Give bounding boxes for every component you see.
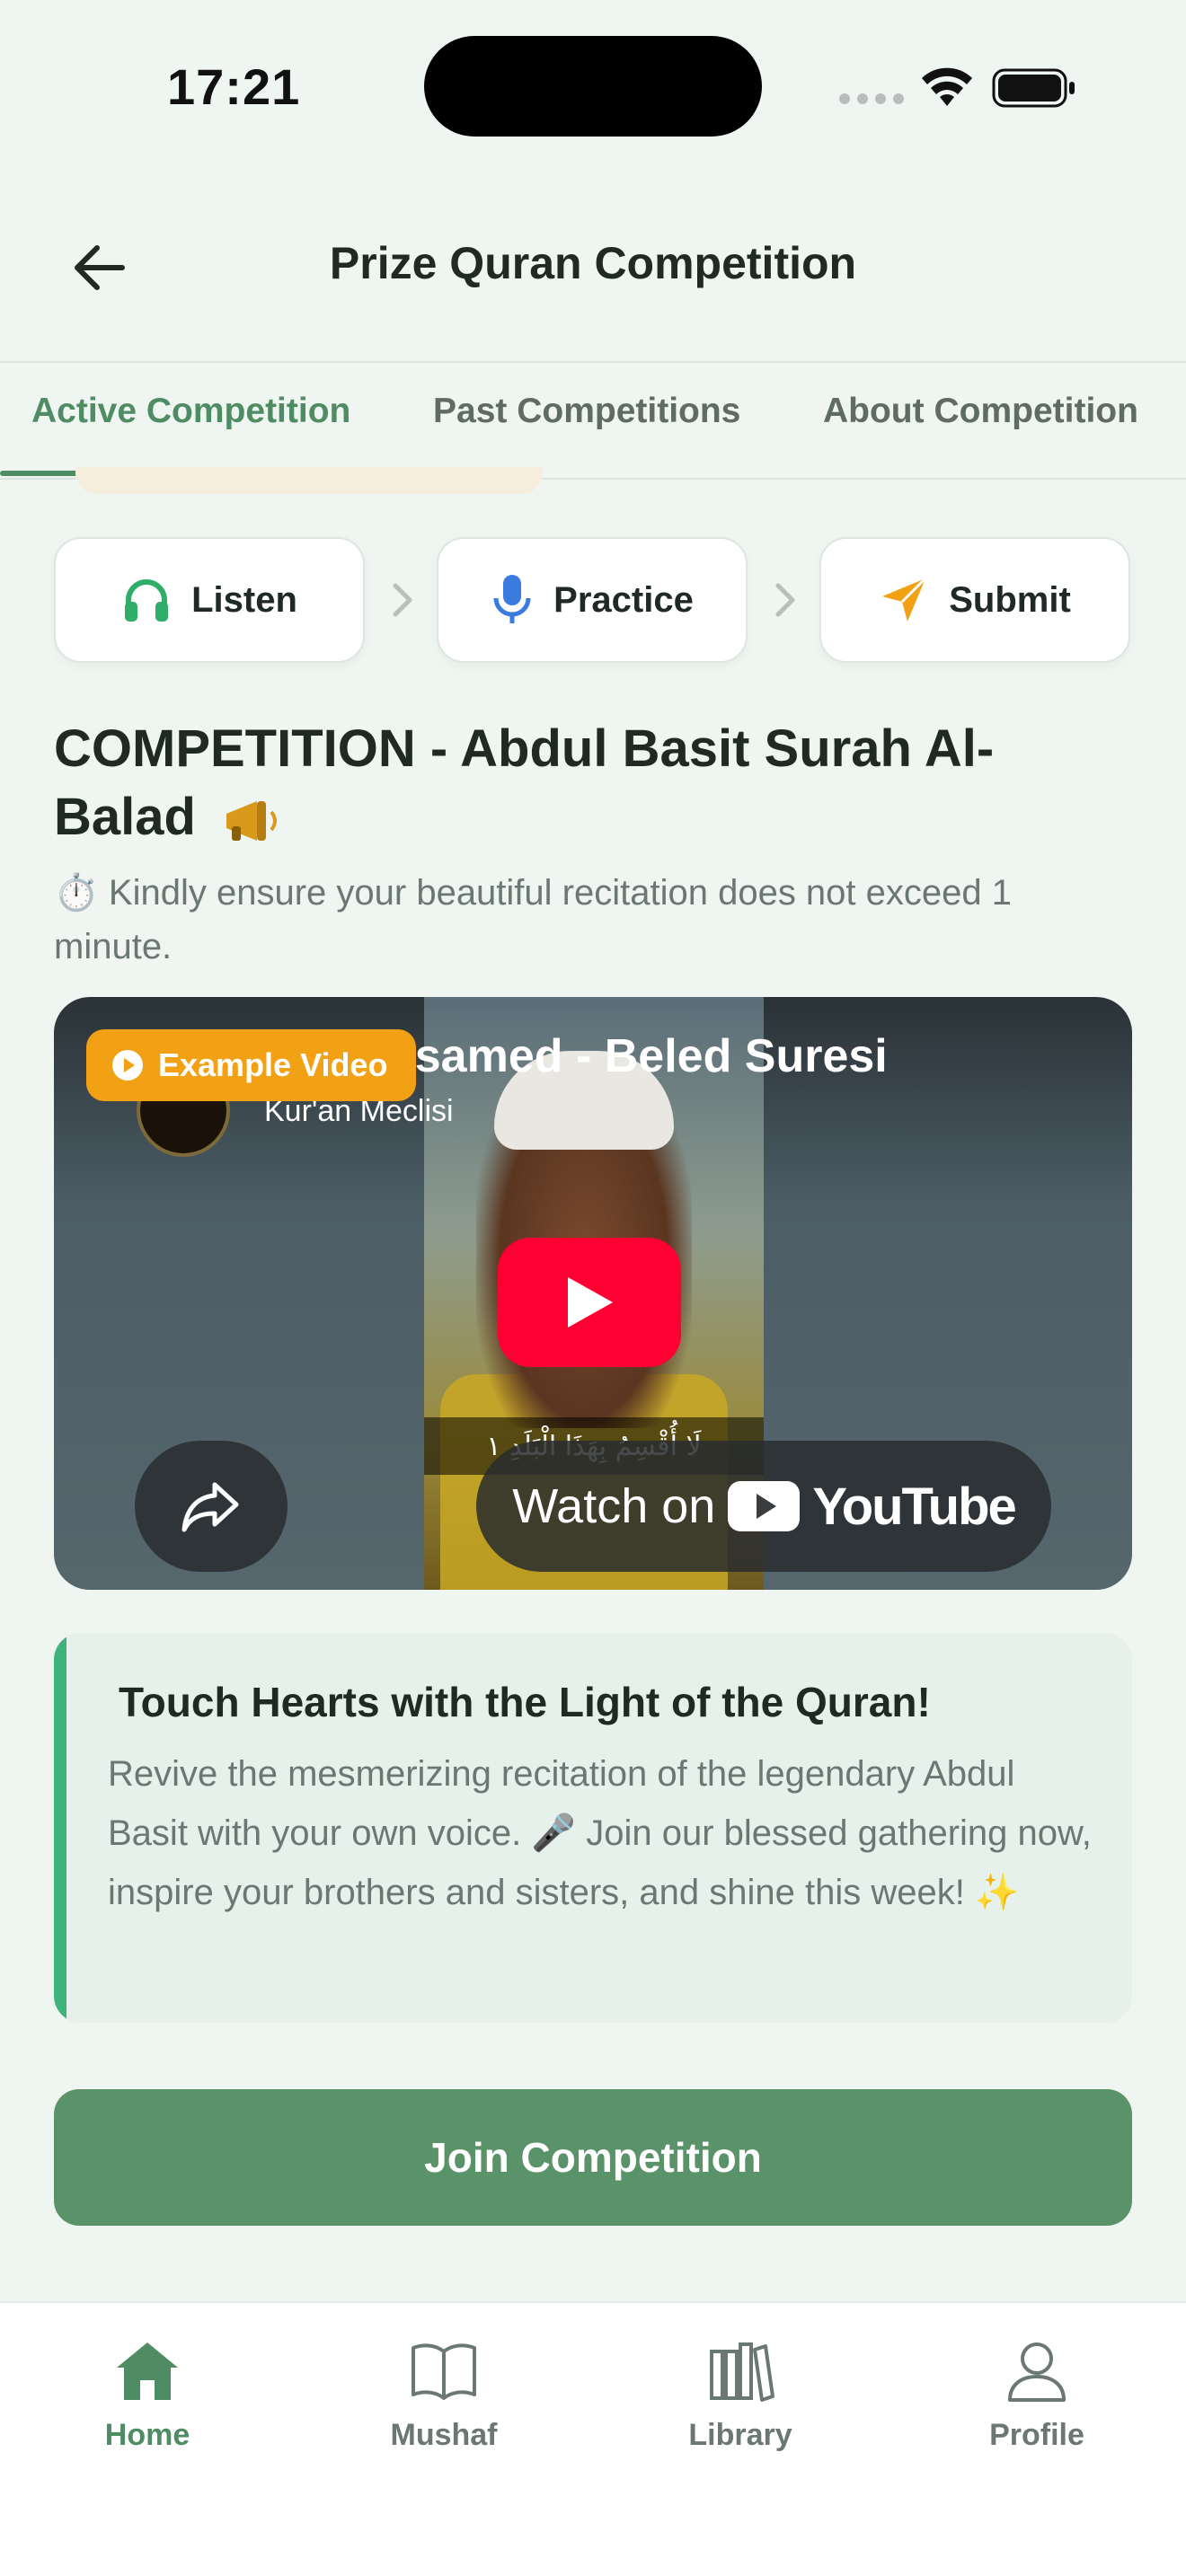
- tab-past-competitions[interactable]: Past Competitions: [433, 392, 740, 431]
- home-icon: [117, 2342, 178, 2400]
- tab-active-competition[interactable]: Active Competition: [31, 392, 350, 431]
- battery-icon: [992, 68, 1075, 108]
- chevron-right-icon: [775, 583, 795, 617]
- send-icon: [882, 577, 927, 622]
- play-icon: [568, 1277, 613, 1328]
- step-practice[interactable]: Practice: [437, 537, 748, 663]
- promo-accent-bar: [54, 1633, 66, 2023]
- page-title: Prize Quran Competition: [329, 238, 857, 288]
- step-submit-label: Submit: [949, 579, 1071, 620]
- join-competition-button[interactable]: Join Competition: [54, 2089, 1132, 2226]
- dynamic-island: [424, 36, 762, 137]
- tab-about-competition[interactable]: About Competition: [823, 392, 1138, 431]
- tab-bar: Active Competition Past Competitions Abo…: [0, 365, 1186, 480]
- nav-home[interactable]: Home: [40, 2339, 255, 2453]
- book-icon: [412, 2343, 476, 2400]
- status-time: 17:21: [167, 58, 301, 115]
- promo-card: Touch Hearts with the Light of the Quran…: [54, 1633, 1132, 2023]
- share-arrow-icon: [181, 1482, 239, 1532]
- competition-title: COMPETITION - Abdul Basit Surah Al-Balad: [54, 715, 1114, 851]
- example-video-label: Example Video: [158, 1046, 388, 1083]
- nav-mushaf-label: Mushaf: [390, 2418, 498, 2452]
- steps-row: Listen Practice Submit: [54, 537, 1132, 663]
- step-listen-label: Listen: [191, 579, 297, 620]
- watch-on-label: Watch on: [512, 1479, 716, 1533]
- play-button[interactable]: [498, 1238, 681, 1367]
- status-bar: 17:21: [0, 0, 1186, 180]
- step-listen[interactable]: Listen: [54, 537, 365, 663]
- competition-description: ⏱️ Kindly ensure your beautiful recitati…: [54, 873, 1012, 966]
- microphone-icon: [493, 575, 531, 623]
- nav-mushaf[interactable]: Mushaf: [336, 2339, 552, 2453]
- app-header: Prize Quran Competition: [0, 180, 1186, 363]
- step-practice-label: Practice: [553, 579, 694, 620]
- nav-home-label: Home: [104, 2418, 190, 2452]
- headphones-icon: [125, 579, 169, 622]
- wifi-icon: [922, 67, 972, 106]
- step-submit[interactable]: Submit: [819, 537, 1130, 663]
- play-circle-icon: [112, 1050, 143, 1081]
- join-competition-label: Join Competition: [424, 2134, 762, 2181]
- youtube-wordmark: YouTube: [812, 1477, 1016, 1536]
- competition-title-text: COMPETITION - Abdul Basit Surah Al-Balad: [54, 719, 995, 846]
- youtube-embed[interactable]: Abdussamed - Beled Suresi Kur'an Meclisi…: [54, 997, 1132, 1590]
- share-button[interactable]: [135, 1441, 288, 1572]
- youtube-logo-icon: [728, 1481, 801, 1531]
- nav-profile[interactable]: Profile: [929, 2339, 1145, 2453]
- chevron-right-icon: [393, 583, 412, 617]
- promo-text: Revive the mesmerizing recitation of the…: [108, 1754, 1092, 1912]
- promo-title: Touch Hearts with the Light of the Quran…: [119, 1679, 931, 1725]
- nav-profile-label: Profile: [989, 2418, 1084, 2452]
- signal-icon: [839, 93, 904, 104]
- scrolled-banner-edge: [75, 467, 543, 494]
- megaphone-icon: [226, 800, 278, 841]
- library-icon: [710, 2342, 774, 2402]
- nav-library-label: Library: [688, 2418, 792, 2452]
- person-icon: [1008, 2342, 1066, 2402]
- watch-on-youtube-button[interactable]: Watch on YouTube: [476, 1441, 1051, 1572]
- nav-library[interactable]: Library: [633, 2339, 848, 2453]
- bottom-nav: Home Mushaf Library Profile: [0, 2301, 1186, 2576]
- example-video-badge: Example Video: [86, 1029, 417, 1101]
